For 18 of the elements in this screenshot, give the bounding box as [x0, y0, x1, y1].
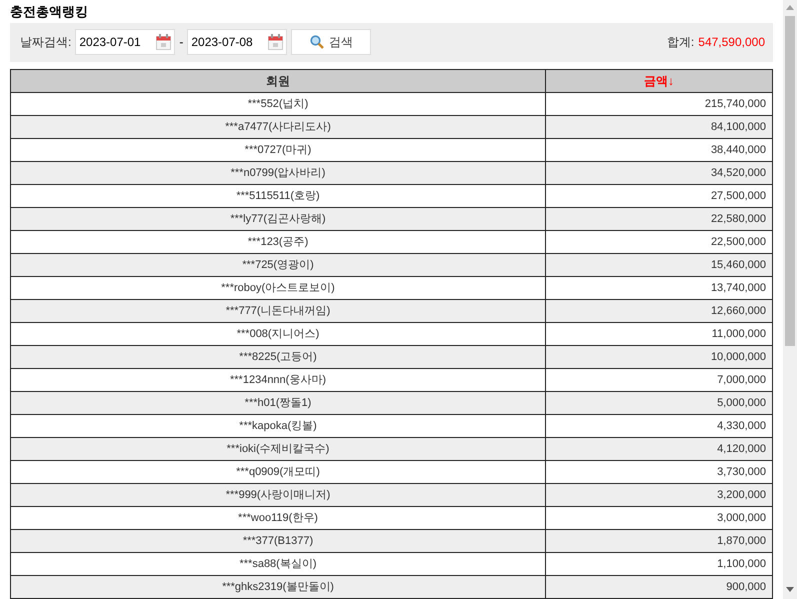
total-label: 합계: [666, 34, 694, 52]
scroll-down-icon[interactable] [786, 587, 794, 592]
date-field[interactable]: 2023-07-01 [75, 29, 176, 56]
amount-cell: 900,000 [546, 576, 772, 598]
date-separator: - [179, 34, 184, 52]
member-cell: ***ghks2319(볼만돌이) [10, 576, 546, 598]
column-header[interactable]: 회원 [10, 70, 546, 92]
scroll-up-icon[interactable] [786, 5, 794, 10]
calendar-icon[interactable] [156, 34, 172, 50]
search-button[interactable]: 검색 [291, 29, 372, 56]
search-icon [310, 35, 324, 50]
page-title: 충전총액랭킹 [10, 2, 88, 21]
date-field[interactable]: 2023-07-08 [187, 29, 288, 56]
scrollbar[interactable] [783, 0, 797, 599]
calendar-icon[interactable] [268, 34, 284, 50]
total-value: 547,590,000 [698, 34, 765, 52]
scroll-thumb[interactable] [785, 16, 795, 346]
search-label: 날짜검색: [20, 34, 72, 52]
